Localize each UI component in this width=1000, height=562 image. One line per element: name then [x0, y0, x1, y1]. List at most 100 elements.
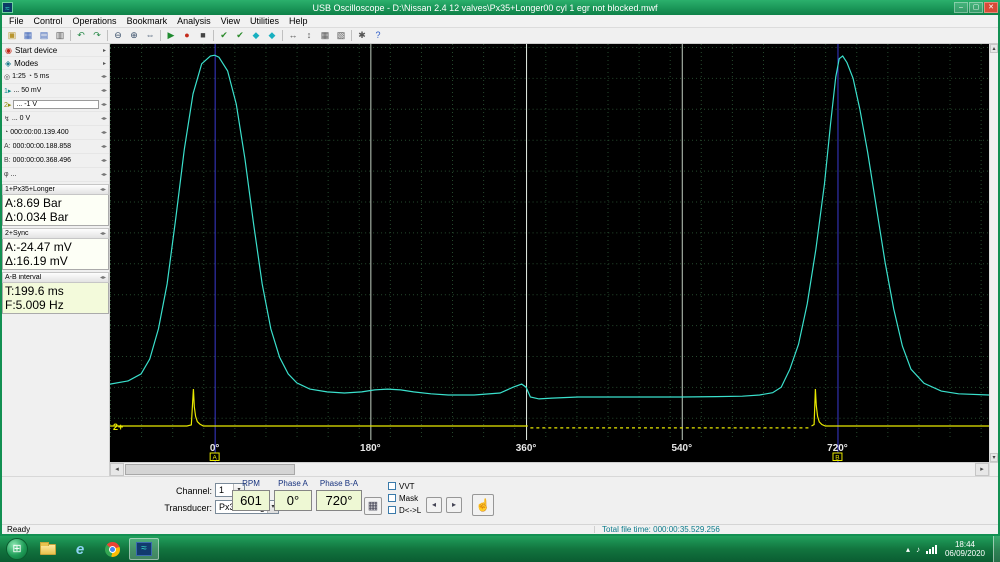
spin-arrows-icon[interactable]: ◂▸	[101, 73, 107, 80]
volume-icon[interactable]: ♪	[916, 545, 920, 554]
show-desktop-button[interactable]	[993, 536, 1000, 562]
menu-item-control[interactable]: Control	[29, 16, 68, 26]
menu-bar: File Control Operations Bookmark Analysis Vie…	[2, 15, 998, 28]
menu-item-utilities[interactable]: Utilities	[245, 16, 284, 26]
measure-horizontal-icon[interactable]: ↔	[285, 29, 301, 42]
menu-item-view[interactable]: View	[216, 16, 245, 26]
help-icon[interactable]: ?	[370, 29, 386, 42]
checkbox-label: VVT	[399, 481, 415, 491]
menu-item-operations[interactable]: Operations	[68, 16, 122, 26]
next-button[interactable]: ▸	[446, 497, 462, 513]
cursor-b-icon[interactable]: ◆	[264, 29, 280, 42]
sidebar-row-trigger-level[interactable]: ↯... 0 V ◂▸	[2, 112, 109, 126]
measure-vertical-icon[interactable]: ↕	[301, 29, 317, 42]
sidebar-row-channel-1-scale[interactable]: 1▸... 50 mV ◂▸	[2, 84, 109, 98]
measure-value: A:-24.47 mV	[5, 240, 72, 254]
sidebar-row-zoom[interactable]: ◎ 1:25 ◔ 5 ms ◂▸	[2, 70, 109, 84]
overlay-icon[interactable]: ▧	[333, 29, 349, 42]
measure-panel-header[interactable]: A-B interval ◂▸	[2, 272, 109, 283]
horizontal-scrollbar[interactable]: ◂ ▸	[110, 462, 989, 476]
spin-arrows-icon[interactable]: ◂▸	[101, 143, 107, 150]
scrollbar-thumb[interactable]	[125, 464, 295, 475]
menu-item-help[interactable]: Help	[284, 16, 313, 26]
scroll-right-icon[interactable]: ▸	[975, 463, 989, 476]
panel-spin-icon[interactable]: ◂▸	[100, 274, 106, 281]
modes-label: Modes	[14, 58, 39, 68]
play-icon[interactable]: ▶	[163, 29, 179, 42]
network-icon[interactable]	[925, 544, 937, 554]
sidebar-row-marker-b-time[interactable]: B: 000:00:00.368.496 ◂▸	[2, 154, 109, 168]
hand-tool-button[interactable]: ☝	[472, 494, 494, 516]
taskbar-explorer-button[interactable]	[33, 538, 63, 560]
menu-item-file[interactable]: File	[4, 16, 29, 26]
menu-item-bookmark[interactable]: Bookmark	[122, 16, 173, 26]
taskbar-ie-button[interactable]: e	[65, 538, 95, 560]
scope-svg[interactable]: 0° 180° 360° 540° 720° 2+ A B	[110, 44, 989, 462]
taskbar-chrome-button[interactable]	[97, 538, 127, 560]
prev-button[interactable]: ◂	[426, 497, 442, 513]
measure-panel-2: 2+Sync ◂▸ A:-24.47 mV Δ:16.19 mV	[2, 228, 109, 270]
scroll-left-icon[interactable]: ◂	[110, 463, 124, 476]
minimize-button[interactable]: –	[954, 2, 968, 13]
spin-arrows-icon[interactable]: ◂▸	[101, 115, 107, 122]
checkbox-vvt[interactable]: VVT	[388, 480, 421, 492]
scroll-down-icon[interactable]: ▾	[990, 453, 998, 462]
measure-panel-header[interactable]: 1+Px35+Longer ◂▸	[2, 184, 109, 195]
grid-toggle-icon[interactable]: ▦	[317, 29, 333, 42]
sidebar-row-cursor-time[interactable]: ◔ 000:00:00.139.400 ◂▸	[2, 126, 109, 140]
zoom-value: 1:25	[12, 73, 26, 80]
marker-b-set-icon[interactable]: ✔	[232, 29, 248, 42]
cursor-a-icon[interactable]: ◆	[248, 29, 264, 42]
status-separator	[594, 526, 595, 533]
table-button[interactable]: ▦	[364, 497, 382, 515]
start-device-button[interactable]: ◉ Start device ▸	[2, 44, 109, 57]
open-file-icon[interactable]: ▣	[4, 29, 20, 42]
maximize-button[interactable]: ▢	[969, 2, 983, 13]
measure-panel-body: A:-24.47 mV Δ:16.19 mV	[2, 239, 109, 270]
panel-spin-icon[interactable]: ◂▸	[100, 230, 106, 237]
zoom-out-icon[interactable]: ⊖	[110, 29, 126, 42]
sidebar-row-channel-2-scale[interactable]: 2▸... -1 V ◂▸	[2, 98, 109, 112]
content-area: ◉ Start device ▸ ◈ Modes ▸ ◎ 1:25 ◔ 5 ms ◂▸ 1…	[2, 44, 998, 476]
taskbar-clock[interactable]: 18:44 06/09/2020	[945, 540, 985, 558]
save-icon[interactable]: ▦	[20, 29, 36, 42]
spin-arrows-icon[interactable]: ◂▸	[101, 171, 107, 178]
spin-arrows-icon[interactable]: ◂▸	[101, 101, 107, 108]
vertical-scrollbar[interactable]: ▴ ▾	[990, 44, 998, 462]
bottom-control-panel: Channel: 1 ▾ Transducer: Px35+Long ▾ RPM…	[2, 476, 998, 524]
hidden-icons-button[interactable]: ▴	[906, 545, 910, 554]
spin-arrows-icon[interactable]: ◂▸	[101, 129, 107, 136]
checkbox-icon	[388, 506, 396, 514]
phase-a-value: 0°	[274, 490, 312, 511]
panel-spin-icon[interactable]: ◂▸	[100, 186, 106, 193]
measure-panel-header[interactable]: 2+Sync ◂▸	[2, 228, 109, 239]
phase-icon: φ	[4, 171, 9, 178]
stop-icon[interactable]: ■	[195, 29, 211, 42]
phase-a-label: Phase A	[278, 479, 308, 488]
sidebar-row-phase[interactable]: φ... ◂▸	[2, 168, 109, 182]
spin-arrows-icon[interactable]: ◂▸	[101, 87, 107, 94]
spin-arrows-icon[interactable]: ◂▸	[101, 157, 107, 164]
menu-item-analysis[interactable]: Analysis	[172, 16, 216, 26]
marker-a-set-icon[interactable]: ✔	[216, 29, 232, 42]
record-icon[interactable]: ●	[179, 29, 195, 42]
settings-icon[interactable]: ✱	[354, 29, 370, 42]
app-icon: ≈	[2, 2, 13, 13]
fit-width-icon[interactable]: ⇔	[142, 29, 158, 42]
checkbox-dl[interactable]: D<->L	[388, 504, 421, 516]
modes-button[interactable]: ◈ Modes ▸	[2, 57, 109, 70]
undo-icon[interactable]: ↶	[73, 29, 89, 42]
sidebar-row-marker-a-time[interactable]: A: 000:00:00.188.858 ◂▸	[2, 140, 109, 154]
redo-icon[interactable]: ↷	[89, 29, 105, 42]
taskbar-oscilloscope-button[interactable]: ≈	[129, 538, 159, 560]
close-button[interactable]: ✕	[984, 2, 998, 13]
save-fragment-icon[interactable]: ▤	[36, 29, 52, 42]
print-icon[interactable]: ▥	[52, 29, 68, 42]
start-button[interactable]: ⊞	[6, 538, 28, 560]
checkbox-mask[interactable]: Mask	[388, 492, 421, 504]
scope-display[interactable]: 0° 180° 360° 540° 720° 2+ A B	[110, 44, 989, 462]
zoom-in-icon[interactable]: ⊕	[126, 29, 142, 42]
scrollbar-track[interactable]	[124, 463, 975, 476]
scroll-up-icon[interactable]: ▴	[990, 44, 998, 53]
pressure-trace	[110, 54, 989, 400]
